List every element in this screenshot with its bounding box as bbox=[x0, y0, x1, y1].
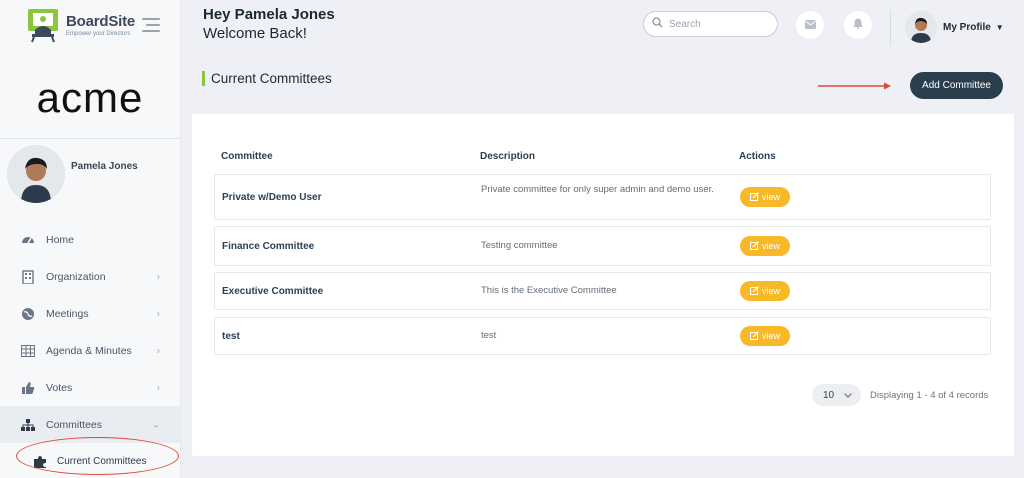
view-label: view bbox=[761, 286, 780, 296]
view-button[interactable]: view bbox=[740, 236, 790, 256]
notifications-button[interactable] bbox=[844, 11, 872, 39]
sidebar: BoardSite Empower your Directors acme Pa… bbox=[0, 0, 181, 478]
view-button[interactable]: view bbox=[740, 326, 790, 346]
sidebar-item-label: Votes bbox=[46, 381, 73, 394]
brand-tagline: Empower your Directors bbox=[66, 30, 131, 37]
globe-icon bbox=[20, 306, 36, 322]
committee-description: This is the Executive Committee bbox=[481, 285, 617, 296]
committees-card: Committee Description Actions Private w/… bbox=[192, 114, 1014, 456]
welcome-text: Welcome Back! bbox=[203, 25, 307, 42]
table-row[interactable]: Executive Committee This is the Executiv… bbox=[214, 272, 991, 310]
title-accent-bar bbox=[202, 71, 205, 86]
column-header-committee[interactable]: Committee bbox=[221, 151, 273, 162]
user-name: Pamela Jones bbox=[71, 161, 138, 172]
view-label: view bbox=[761, 331, 780, 341]
brand-name: BoardSite bbox=[66, 12, 136, 30]
chevron-right-icon: › bbox=[156, 382, 160, 393]
boardsite-logo-icon[interactable] bbox=[24, 6, 62, 44]
table-icon bbox=[20, 343, 36, 359]
avatar[interactable] bbox=[7, 145, 65, 203]
org-logo: acme bbox=[36, 74, 144, 121]
top-bar: Hey Pamela Jones Welcome Back! My Profil… bbox=[181, 0, 1024, 58]
records-summary: Displaying 1 - 4 of 4 records bbox=[870, 389, 989, 401]
profile-menu[interactable]: My Profile ▼ bbox=[905, 11, 1004, 43]
sidebar-item-label: Committees bbox=[46, 418, 103, 431]
add-committee-button[interactable]: Add Committee bbox=[910, 72, 1003, 99]
page-size-value: 10 bbox=[823, 389, 835, 401]
search-icon bbox=[652, 17, 663, 31]
messages-button[interactable] bbox=[796, 11, 824, 39]
pagination: 10 Displaying 1 - 4 of 4 records bbox=[812, 384, 988, 406]
chevron-right-icon: › bbox=[156, 308, 160, 319]
thumbs-up-icon bbox=[20, 380, 36, 396]
committee-name[interactable]: Private w/Demo User bbox=[222, 192, 322, 203]
committee-name[interactable]: Executive Committee bbox=[222, 286, 323, 297]
sidebar-item-label: Meetings bbox=[46, 307, 89, 320]
view-label: view bbox=[761, 192, 780, 202]
bell-icon bbox=[853, 16, 863, 34]
column-header-actions: Actions bbox=[739, 151, 776, 162]
menu-toggle-icon[interactable] bbox=[142, 18, 160, 32]
annotation-highlight-ellipse bbox=[16, 437, 179, 475]
committee-name[interactable]: test bbox=[222, 331, 240, 342]
profile-label: My Profile bbox=[943, 21, 991, 33]
sidebar-item-home[interactable]: Home bbox=[0, 221, 180, 258]
brand: BoardSite Empower your Directors bbox=[0, 0, 180, 50]
table-row[interactable]: Finance Committee Testing committee view bbox=[214, 226, 991, 266]
view-button[interactable]: view bbox=[740, 281, 790, 301]
page-size-select[interactable]: 10 bbox=[812, 384, 861, 406]
sidebar-item-label: Home bbox=[46, 233, 75, 246]
chevron-right-icon: › bbox=[156, 271, 160, 282]
search-box bbox=[643, 11, 778, 37]
brand-text: BoardSite Empower your Directors bbox=[66, 14, 135, 37]
committee-description: test bbox=[481, 330, 497, 341]
search-input[interactable] bbox=[669, 18, 769, 30]
view-label: view bbox=[761, 241, 780, 251]
chevron-down-icon: ⌄ bbox=[151, 419, 160, 430]
edit-icon bbox=[749, 285, 759, 297]
user-card: Pamela Jones bbox=[0, 139, 180, 217]
committee-description: Private committee for only super admin a… bbox=[481, 184, 714, 195]
edit-icon bbox=[749, 240, 759, 252]
view-button[interactable]: view bbox=[740, 187, 790, 207]
envelope-icon bbox=[804, 16, 816, 34]
annotation-arrow bbox=[818, 82, 892, 90]
chevron-right-icon: › bbox=[156, 345, 160, 356]
avatar bbox=[905, 11, 937, 43]
building-icon bbox=[20, 269, 36, 285]
greeting: Hey Pamela Jones bbox=[203, 6, 335, 23]
caret-down-icon: ▼ bbox=[995, 22, 1004, 32]
column-header-description[interactable]: Description bbox=[480, 151, 535, 162]
page-title: Current Committees bbox=[211, 71, 332, 86]
sidebar-item-meetings[interactable]: Meetings › bbox=[0, 295, 180, 332]
chevron-down-icon bbox=[844, 390, 852, 401]
sidebar-item-agenda-minutes[interactable]: Agenda & Minutes › bbox=[0, 332, 180, 369]
table-row[interactable]: Private w/Demo User Private committee fo… bbox=[214, 174, 991, 220]
committee-name[interactable]: Finance Committee bbox=[222, 241, 314, 252]
sidebar-item-votes[interactable]: Votes › bbox=[0, 369, 180, 406]
edit-icon bbox=[749, 191, 759, 203]
table-row[interactable]: test test view bbox=[214, 317, 991, 355]
divider bbox=[890, 10, 891, 46]
sidebar-item-label: Organization bbox=[46, 270, 106, 283]
committee-description: Testing committee bbox=[481, 240, 558, 251]
dashboard-icon bbox=[20, 232, 36, 248]
sidebar-item-organization[interactable]: Organization › bbox=[0, 258, 180, 295]
sidebar-item-label: Agenda & Minutes bbox=[46, 344, 132, 357]
edit-icon bbox=[749, 330, 759, 342]
sitemap-icon bbox=[20, 417, 36, 433]
